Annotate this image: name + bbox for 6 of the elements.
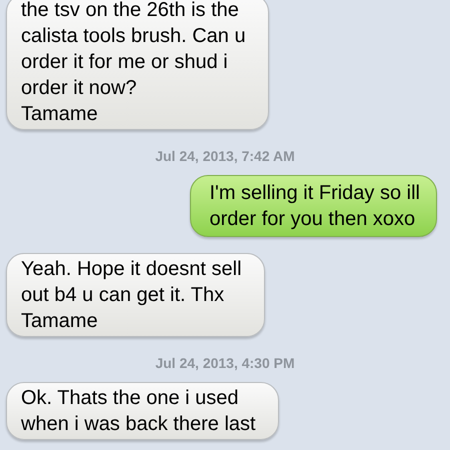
- timestamp: Jul 24, 2013, 7:42 AM: [155, 147, 295, 166]
- message-text: Yeah. Hope it doesnt sell out b4 u can get it. Thx Tamame: [21, 257, 242, 334]
- timestamp: Jul 24, 2013, 4:30 PM: [155, 354, 295, 373]
- message-text: I'm selling it Friday so ill order for you then xoxo: [209, 181, 420, 232]
- message-text: the tsv on the 26th is the calista tools brush. Can u order it for me or shud i order it now? Tamame: [21, 0, 246, 127]
- message-text: Ok. Thats the one i used when i was back there last: [21, 386, 256, 437]
